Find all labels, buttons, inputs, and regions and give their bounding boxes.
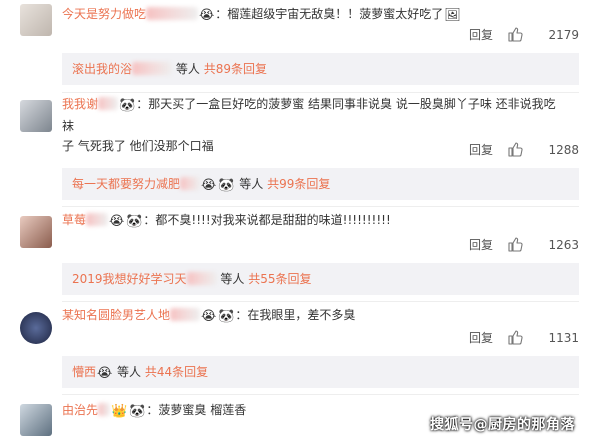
panda-icon: 🐼	[126, 214, 143, 229]
avatar[interactable]	[20, 216, 52, 248]
blurred-name-part	[132, 62, 173, 75]
comment-body: ：在我眼里，差不多臭	[235, 308, 356, 322]
divider	[62, 206, 579, 207]
crying-face-icon: 😭	[199, 8, 215, 23]
thumbs-up-icon[interactable]	[507, 141, 523, 157]
comment-body-line2: 子 气死我了 他们没那个口福	[62, 139, 214, 153]
panda-icon: 🐼	[218, 309, 235, 324]
blurred-name-part	[186, 272, 217, 285]
avatar[interactable]	[20, 4, 52, 36]
divider	[62, 301, 579, 302]
crown-icon: 👑	[111, 404, 128, 419]
more-replies-link[interactable]: 共99条回复	[267, 177, 330, 191]
reply-username[interactable]: 懵西	[72, 365, 96, 379]
avatar[interactable]	[20, 404, 52, 436]
avatar[interactable]	[20, 100, 52, 132]
blurred-name-part	[98, 97, 119, 110]
like-count: 2179	[548, 28, 579, 42]
comment-body-line1: ：那天买了一盒巨好吃的菠萝蜜 结果同事非说臭 说一股臭脚丫子味 还非说我吃袜	[62, 97, 556, 133]
more-replies-link[interactable]: 共44条回复	[145, 365, 208, 379]
reply-summary[interactable]: 懵西😭 等人 共44条回复	[62, 356, 579, 388]
username-link[interactable]: 我我谢	[62, 97, 98, 111]
divider	[62, 394, 579, 395]
reply-summary[interactable]: 每一天都要努力减肥 😭 🐼 等人 共99条回复	[62, 168, 579, 200]
comment-actions: 回复 1131	[379, 328, 579, 348]
username-link[interactable]: 草莓	[62, 213, 86, 227]
reply-suffix: 等人	[117, 365, 142, 379]
comment-text: 某知名圆脸男艺人地 😭 🐼：在我眼里，差不多臭	[62, 305, 562, 327]
reply-username[interactable]: 每一天都要努力减肥	[72, 177, 180, 191]
thumbs-up-icon[interactable]	[507, 26, 523, 42]
watermark: 搜狐号@厨房的那角落	[430, 417, 575, 433]
more-replies-link[interactable]: 共89条回复	[204, 62, 267, 76]
reply-suffix: 等人	[175, 62, 200, 76]
comment-actions: 回复 1263	[379, 235, 579, 255]
blurred-name-part	[146, 7, 199, 20]
like-count: 1263	[548, 238, 579, 252]
comment-text: 今天是努力做吃 😭：榴莲超级宇宙无敌臭！！菠萝蜜太好吃了🖼	[62, 4, 562, 26]
panda-icon: 🐼	[218, 178, 235, 193]
reply-button[interactable]: 回复	[469, 25, 493, 45]
comment-text: 草莓 😭 🐼：都不臭!!!!对我来说都是甜甜的味道!!!!!!!!!!	[62, 210, 562, 232]
comment-actions: 回复 1288	[379, 140, 579, 160]
crying-face-icon: 😭	[109, 214, 125, 229]
comment-body: ：菠萝蜜臭 榴莲香	[146, 403, 247, 417]
like-count: 1131	[548, 331, 579, 345]
crying-face-icon: 😭	[97, 366, 113, 381]
reply-button[interactable]: 回复	[469, 140, 493, 160]
reply-summary[interactable]: 滚出我的浴 等人 共89条回复	[62, 53, 579, 85]
thumbs-up-icon[interactable]	[507, 236, 523, 252]
avatar[interactable]	[20, 312, 52, 344]
reply-suffix: 等人	[220, 272, 245, 286]
username-link[interactable]: 某知名圆脸男艺人地	[62, 308, 170, 322]
reply-summary[interactable]: 2019我想好好学习天 等人 共55条回复	[62, 263, 579, 295]
image-icon: 🖼	[444, 8, 461, 23]
blurred-name-part	[86, 213, 109, 226]
panda-icon: 🐼	[129, 404, 146, 419]
blurred-name-part	[170, 308, 201, 321]
reply-username[interactable]: 2019我想好好学习天	[72, 272, 187, 286]
comment-body: ：都不臭!!!!对我来说都是甜甜的味道!!!!!!!!!!	[143, 213, 391, 227]
crying-face-icon: 😭	[201, 178, 217, 193]
blurred-name-part	[98, 403, 111, 416]
blurred-name-part	[180, 177, 201, 190]
comment-body: ：榴莲超级宇宙无敌臭！！菠萝蜜太好吃了	[215, 7, 444, 21]
reply-suffix: 等人	[239, 177, 264, 191]
crying-face-icon: 😭	[201, 309, 217, 324]
reply-button[interactable]: 回复	[469, 328, 493, 348]
reply-username[interactable]: 滚出我的浴	[72, 62, 132, 76]
panda-icon: 🐼	[119, 98, 136, 113]
like-count: 1288	[548, 143, 579, 157]
username-link[interactable]: 由治先	[62, 403, 98, 417]
comment-actions: 回复 2179	[379, 25, 579, 45]
more-replies-link[interactable]: 共55条回复	[248, 272, 311, 286]
thumbs-up-icon[interactable]	[507, 329, 523, 345]
reply-button[interactable]: 回复	[469, 235, 493, 255]
username-link[interactable]: 今天是努力做吃	[62, 7, 146, 21]
divider	[62, 92, 579, 93]
